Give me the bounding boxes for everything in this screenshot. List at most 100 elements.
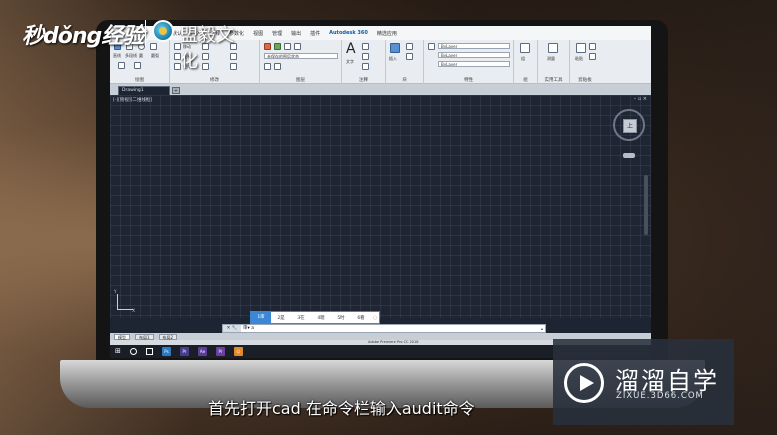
table-icon[interactable] [362,63,369,70]
brand-divider [145,20,146,46]
layer-isolate-icon[interactable] [274,63,281,70]
premiere-icon[interactable]: Pr [180,347,189,356]
ribbon-group-utilities: 测量 实用工具 [538,40,570,84]
layout-tab-layout2[interactable]: 布局2 [158,333,178,340]
edit-block-icon[interactable] [406,53,413,60]
drawing-canvas[interactable]: [-][俯视][二维线框] – ▫ × 上 X Y [110,95,651,318]
measure-icon[interactable] [548,43,558,53]
ribbon-tab[interactable]: 插件 [310,30,320,37]
ribbon-group-layers: 未保存的图层状态 图层 [260,40,342,84]
ucs-x-axis [117,309,133,310]
ribbon-group-groups: 组 组 [514,40,538,84]
ime-candidate[interactable]: 6看 [351,315,371,321]
search-icon[interactable] [130,348,137,355]
windows-start-icon[interactable]: ⊞ [115,348,122,355]
wcs-button[interactable] [623,153,635,158]
ribbon-tab[interactable]: 视图 [253,30,263,37]
layer-state-icon[interactable] [274,43,281,50]
paste-icon[interactable] [576,43,586,53]
ribbon-group-clipboard: 粘贴 剪贴板 [570,40,600,84]
ucs-y-label: Y [114,289,117,294]
ribbon-group-label: 注释 [359,78,368,83]
app-icon[interactable]: ☺ [234,347,243,356]
ribbon-group-label: 组 [523,78,528,83]
ribbon-group-label: 绘图 [135,78,144,83]
play-icon [564,363,604,403]
ime-more-icon[interactable]: ◌ [371,315,379,321]
viewcube-top-face[interactable]: 上 [623,119,637,133]
draw-label: 直线 [113,53,121,58]
viewcube[interactable]: 上 [613,109,645,141]
ime-candidate[interactable]: 2是 [271,315,291,321]
premiere-icon[interactable]: Pr [216,347,225,356]
task-view-icon[interactable] [146,348,153,355]
ribbon-group-label: 块 [402,78,407,83]
ribbon-group-label: 图层 [296,78,305,83]
org-name: 盟毅文化 [180,25,234,72]
ribbon-group-label: 修改 [210,78,219,83]
text-icon[interactable]: A [346,41,356,57]
measure-label: 测量 [547,56,555,61]
org-emblem-icon [152,20,174,42]
layer-match-icon[interactable] [264,63,271,70]
ime-candidate[interactable]: 3在 [291,315,311,321]
insert-block-icon[interactable] [390,43,400,53]
org-logo: 盟毅文化 [152,18,247,72]
hatch-icon[interactable] [134,62,141,69]
viewport-window-buttons[interactable]: – ▫ × [634,96,647,102]
cad-screen: 默认 插入 注释 参数化 视图 管理 输出 插件 Autodesk 360 精选… [110,26,651,358]
draw-label: 圆弧 [151,53,159,58]
ribbon-tab[interactable]: 精选应用 [377,30,397,37]
ribbon-group-label: 特性 [464,78,473,83]
command-line[interactable]: ✕ 🔧 审▾ a ▴ [222,324,546,333]
layout-tab-model[interactable]: 模型 [114,333,130,340]
match-properties-icon[interactable] [428,43,435,50]
annotation-label: 文字 [346,59,354,64]
viewport-controls[interactable]: [-][俯视][二维线框] [113,97,152,103]
document-tab-drawing1[interactable]: Drawing1 [118,86,170,95]
watermark-panel: 溜溜自学 ZIXUE.3D66.COM [553,339,734,425]
after-effects-icon[interactable]: Ae [198,347,207,356]
layer-freeze-icon[interactable] [284,43,291,50]
linetype-dropdown[interactable]: ByLayer [438,52,510,58]
new-tab-button[interactable]: + [172,87,180,94]
layer-lock-icon[interactable] [294,43,301,50]
ribbon-tab[interactable]: 输出 [291,30,301,37]
ribbon-group-block: 插入 块 [386,40,424,84]
copy-clip-icon[interactable] [589,53,596,60]
layer-properties-icon[interactable] [264,43,271,50]
lineweight-dropdown[interactable]: ByLayer [438,61,510,67]
ime-candidate[interactable]: 4嗯 [311,315,331,321]
ucs-y-axis [117,294,118,310]
ime-candidate[interactable]: 5时 [331,315,351,321]
rectangle-icon[interactable] [118,62,125,69]
command-line-tools[interactable]: ✕ 🔧 [223,325,241,332]
video-subtitle: 首先打开cad 在命令栏输入audit命令 [208,399,475,418]
ucs-x-label: X [132,308,135,313]
layer-state-dropdown[interactable]: 未保存的图层状态 [264,53,338,59]
command-input[interactable]: 审▾ a [243,325,254,332]
cut-icon[interactable] [589,43,596,50]
watermark-url: ZIXUE.3D66.COM [616,391,704,401]
photoshop-icon[interactable]: Ps [162,347,171,356]
group-label: 组 [521,56,525,61]
command-history-arrow[interactable]: ▴ [541,325,543,332]
group-icon[interactable] [520,43,530,53]
ime-candidate[interactable]: 1审 [251,312,271,323]
ribbon-group-properties: ByLayer ByLayer ByLayer 特性 [424,40,514,84]
brand-logo: 秒dǒng经验 [22,24,144,49]
ribbon-tab[interactable]: 管理 [272,30,282,37]
navigation-bar[interactable] [644,175,648,235]
ribbon-tab-autodesk360[interactable]: Autodesk 360 [329,30,368,36]
ime-candidate-bar: 1审 2是 3在 4嗯 5时 6看 ◌ [250,311,380,324]
dimension-icon[interactable] [362,43,369,50]
ribbon-group-annotation: A 文字 注释 [342,40,386,84]
document-tab-bar: Drawing1 + [110,84,651,95]
leader-icon[interactable] [362,53,369,60]
ucs-icon: X Y [114,289,135,313]
paste-label: 粘贴 [575,56,583,61]
layout-tab-layout1[interactable]: 布局1 [135,333,154,340]
color-dropdown[interactable]: ByLayer [438,43,510,49]
create-block-icon[interactable] [406,43,413,50]
ribbon-group-label: 实用工具 [544,78,563,83]
